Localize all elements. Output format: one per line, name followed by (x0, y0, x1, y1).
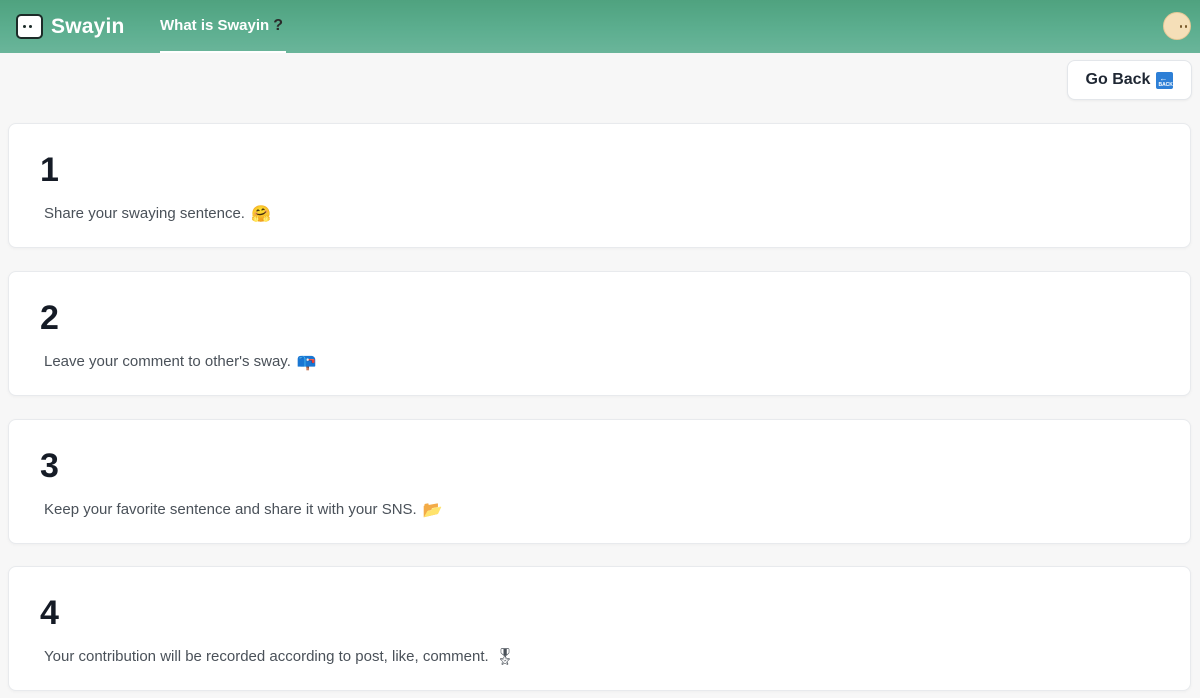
step-description: Your contribution will be recorded accor… (44, 647, 515, 666)
swayin-logo-icon (16, 14, 43, 39)
step-card-1: 1 Share your swaying sentence. 🤗 (8, 123, 1191, 248)
step-card-4: 4 Your contribution will be recorded acc… (8, 566, 1191, 691)
step-text: Leave your comment to other's sway. (44, 353, 291, 370)
question-mark-icon: ? (273, 16, 283, 34)
top-navigation-bar: Swayin What is Swayin ? (0, 0, 1200, 53)
go-back-label: Go Back (1085, 71, 1151, 88)
tab-what-is-swayin[interactable]: What is Swayin ? (160, 0, 286, 53)
hugging-face-icon: 🤗 (250, 204, 271, 223)
step-number: 3 (40, 447, 59, 485)
step-description: Keep your favorite sentence and share it… (44, 500, 443, 519)
tab-label: What is Swayin (160, 17, 270, 34)
brand-logo-link[interactable]: Swayin (16, 0, 125, 53)
step-number: 1 (40, 151, 59, 189)
step-number: 2 (40, 299, 59, 337)
folder-icon: 📂 (422, 500, 443, 519)
step-number: 4 (40, 594, 59, 632)
brand-name: Swayin (51, 14, 125, 38)
mailbox-icon: 📪 (296, 352, 317, 371)
medal-icon: 🎖 (494, 647, 515, 666)
back-arrow-icon: ← BACK (1156, 71, 1174, 89)
step-text: Share your swaying sentence. (44, 205, 245, 222)
step-card-3: 3 Keep your favorite sentence and share … (8, 419, 1191, 544)
step-text: Keep your favorite sentence and share it… (44, 501, 417, 518)
step-text: Your contribution will be recorded accor… (44, 648, 489, 665)
step-description: Leave your comment to other's sway. 📪 (44, 352, 317, 371)
step-card-2: 2 Leave your comment to other's sway. 📪 (8, 271, 1191, 396)
go-back-button[interactable]: Go Back ← BACK (1067, 60, 1192, 100)
user-avatar[interactable] (1163, 12, 1191, 40)
step-description: Share your swaying sentence. 🤗 (44, 204, 271, 223)
